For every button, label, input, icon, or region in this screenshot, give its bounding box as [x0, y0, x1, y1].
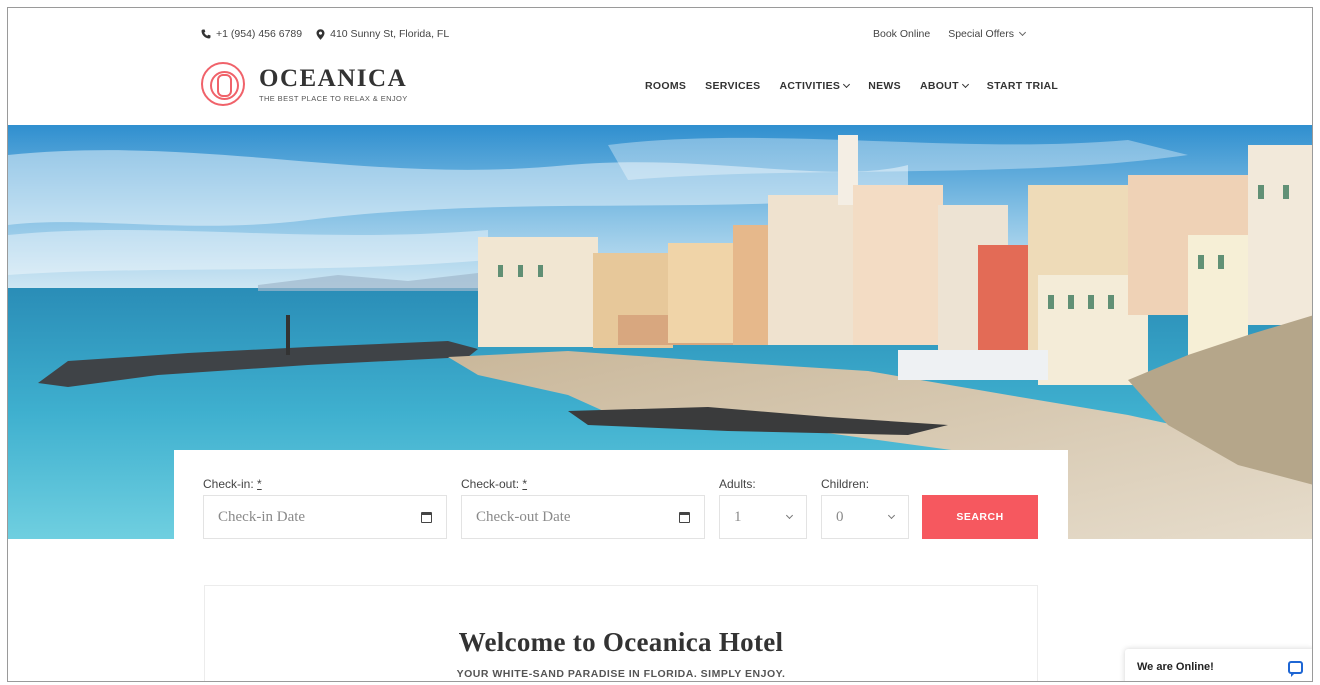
top-bar: +1 (954) 456 6789 410 Sunny St, Florida,… — [201, 28, 1312, 44]
checkin-date-input[interactable]: Check-in Date — [203, 495, 447, 539]
checkout-placeholder: Check-out Date — [476, 508, 571, 525]
calendar-icon[interactable] — [421, 511, 432, 523]
required-mark: * — [522, 477, 528, 491]
booking-form: Check-in: * Check-in Date Check-out: * C… — [174, 450, 1068, 546]
address-contact[interactable]: 410 Sunny St, Florida, FL — [316, 28, 449, 40]
book-online-link[interactable]: Book Online — [873, 28, 930, 40]
phone-icon — [201, 29, 211, 39]
welcome-title: Welcome to Oceanica Hotel — [458, 627, 784, 657]
live-chat-widget[interactable]: We are Online! — [1125, 649, 1312, 681]
browser-viewport: +1 (954) 456 6789 410 Sunny St, Florida,… — [7, 7, 1313, 682]
nav-item-news[interactable]: NEWS — [868, 80, 901, 92]
nav-item-start-trial[interactable]: START TRIAL — [987, 80, 1058, 92]
checkin-placeholder: Check-in Date — [218, 508, 306, 525]
logo-mark-icon — [201, 62, 245, 106]
address-text: 410 Sunny St, Florida, FL — [330, 28, 450, 40]
nav-item-about[interactable]: ABOUT — [919, 80, 969, 92]
logo-name: OCEANICA — [259, 64, 408, 92]
required-mark: * — [257, 477, 262, 491]
logo-tagline: THE BEST PLACE TO RELAX & ENJOY — [259, 93, 408, 103]
chevron-down-icon — [887, 511, 896, 520]
phone-contact[interactable]: +1 (954) 456 6789 — [201, 28, 302, 40]
chat-status-label: We are Online! — [1137, 661, 1214, 673]
chevron-down-icon — [1018, 28, 1027, 37]
checkin-label-text: Check-in: — [203, 477, 254, 491]
site-logo[interactable]: OCEANICA THE BEST PLACE TO RELAX & ENJOY — [201, 62, 408, 106]
checkout-date-input[interactable]: Check-out Date — [461, 495, 705, 539]
chevron-down-icon — [961, 80, 969, 89]
children-select[interactable]: 0 — [821, 495, 909, 539]
checkin-label: Check-in: * — [203, 477, 262, 491]
checkout-label-text: Check-out: — [461, 477, 520, 491]
adults-select[interactable]: 1 — [719, 495, 807, 539]
children-label: Children: — [821, 477, 870, 491]
chat-bubble-icon[interactable] — [1288, 660, 1303, 677]
phone-number: +1 (954) 456 6789 — [216, 28, 303, 40]
nav-item-services[interactable]: SERVICES — [705, 80, 760, 92]
main-nav: ROOMS SERVICES ACTIVITIES NEWS ABOUT STA… — [645, 80, 1058, 92]
special-offers-menu[interactable]: Special Offers — [948, 28, 1027, 40]
welcome-section: Welcome to Oceanica Hotel YOUR WHITE-SAN… — [204, 585, 1038, 681]
map-pin-icon — [316, 28, 325, 40]
nav-item-about-label: ABOUT — [919, 80, 959, 92]
chevron-down-icon — [785, 511, 794, 520]
nav-item-activities[interactable]: ACTIVITIES — [779, 80, 851, 92]
calendar-icon[interactable] — [679, 511, 690, 523]
adults-value: 1 — [734, 508, 742, 525]
search-button[interactable]: SEARCH — [922, 495, 1038, 539]
welcome-subtitle: YOUR WHITE-SAND PARADISE IN FLORIDA. SIM… — [456, 668, 786, 680]
checkout-label: Check-out: * — [461, 477, 527, 491]
chevron-down-icon — [843, 80, 851, 89]
special-offers-label: Special Offers — [948, 28, 1014, 40]
nav-item-rooms[interactable]: ROOMS — [645, 80, 686, 92]
nav-item-activities-label: ACTIVITIES — [779, 80, 841, 92]
children-value: 0 — [836, 508, 844, 525]
adults-label: Adults: — [719, 477, 756, 491]
